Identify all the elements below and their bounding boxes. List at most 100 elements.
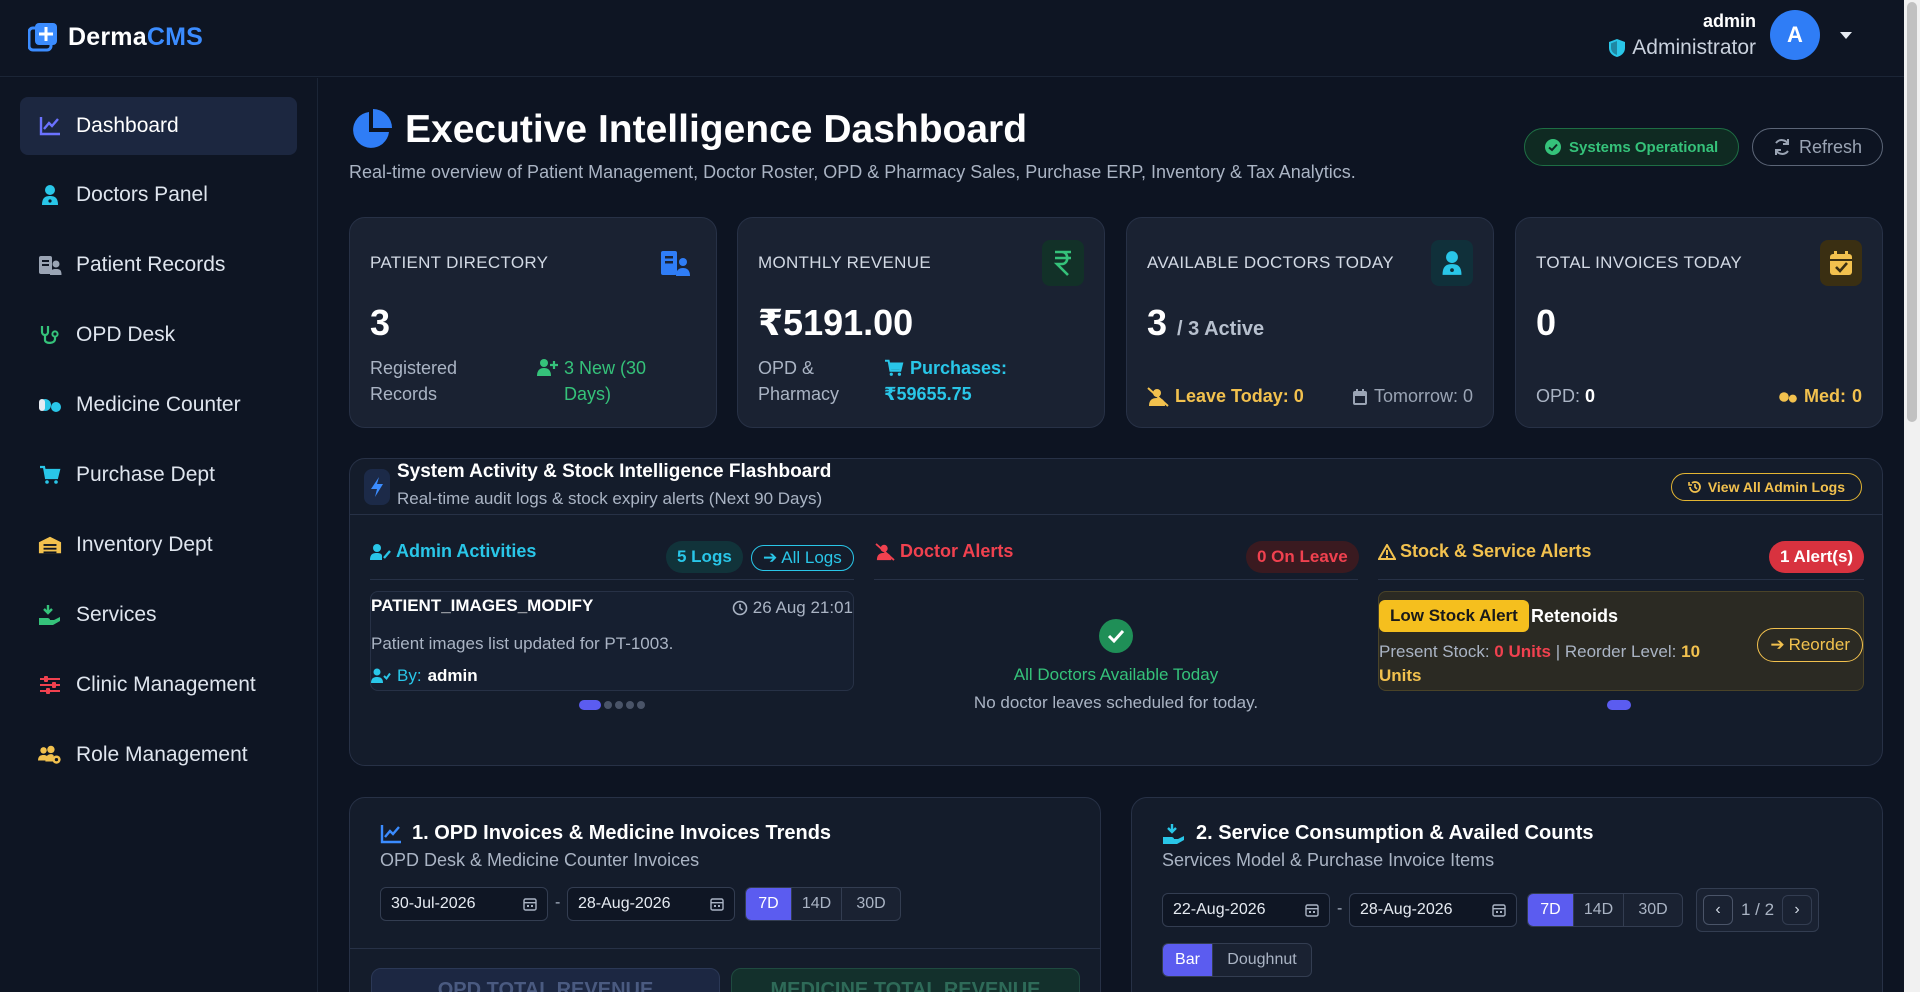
flashboard-subtitle: Real-time audit logs & stock expiry aler… [397,489,823,508]
range-30d-button[interactable]: 30D [842,888,900,920]
patient-directory-card[interactable]: PATIENT DIRECTORY 3 Registered Records 3… [349,217,717,428]
user-plus-icon [537,359,558,376]
sidebar-item-services[interactable]: Services [20,586,297,644]
sidebar-item-doctors-panel[interactable]: Doctors Panel [20,166,297,224]
range-14d-button[interactable]: 14D [792,888,842,920]
sidebar-item-patient-records[interactable]: Patient Records [20,236,297,294]
user-check-icon [371,668,391,683]
brand-logo[interactable]: DermaCMS [28,22,203,52]
sidebar-item-role-management[interactable]: Role Management [20,726,297,784]
check-circle-icon [1545,139,1561,155]
bolt-icon [364,469,390,505]
chart-type-toggle: Bar Doughnut [1162,943,1312,977]
log-description: Patient images list updated for PT-1003. [371,634,674,653]
sidebar-item-inventory-dept[interactable]: Inventory Dept [20,516,297,574]
next-page-button[interactable]: › [1782,895,1813,925]
log-action: PATIENT_IMAGES_MODIFY [371,596,594,615]
flashboard-title: System Activity & Stock Intelligence Fla… [397,461,832,482]
calendar-check-icon [1820,240,1862,286]
pills-icon [1779,391,1797,403]
pie-chart-icon [353,109,392,148]
chevron-down-icon[interactable] [1840,31,1852,39]
total-invoices-card[interactable]: TOTAL INVOICES TODAY 0 OPD: 0 Med: 0 [1515,217,1883,428]
doctor-alerts-heading: Doctor Alerts [874,541,1013,562]
chart-type-doughnut-button[interactable]: Doughnut [1213,944,1311,976]
carousel-dot[interactable] [637,701,645,709]
no-leaves-text: No doctor leaves scheduled for today. [973,693,1259,712]
sidebar-item-clinic-management[interactable]: Clinic Management [20,656,297,714]
admin-logs-count: 5 Logs [666,541,743,573]
page-indicator: 1 / 2 [1741,900,1775,919]
stock-carousel-dot-active[interactable] [1607,700,1631,710]
reorder-button[interactable]: ➔ Reorder [1757,628,1863,662]
calendar-icon [523,898,537,911]
sidebar-item-opd-desk[interactable]: OPD Desk [20,306,297,364]
date-from-input[interactable]: 22-Aug-2026 [1162,893,1330,927]
avatar[interactable]: A [1770,10,1820,60]
log-author: By: admin [371,666,478,686]
sidebar: Dashboard Doctors Panel Patient Records … [0,78,318,992]
date-to-input[interactable]: 28-Aug-2026 [567,887,735,921]
carousel-dot[interactable] [604,701,612,709]
user-role: Administrator [1608,36,1756,60]
top-bar: DermaCMS admin Administrator A [0,0,1904,77]
sidebar-item-medicine-counter[interactable]: Medicine Counter [20,376,297,434]
carousel-dot[interactable] [626,701,634,709]
all-logs-button[interactable]: ➔ All Logs [751,545,854,571]
monthly-revenue-card[interactable]: MONTHLY REVENUE ₹5191.00 OPD & Pharmacy … [737,217,1105,428]
refresh-icon [1774,139,1789,155]
date-from-input[interactable]: 30-Jul-2026 [380,887,548,921]
calendar-icon [710,898,724,911]
page-subtitle: Real-time overview of Patient Management… [349,162,1356,182]
range-toggle: 7D 14D 30D [1527,893,1683,927]
brand-name: DermaCMS [68,22,203,51]
date-to-input[interactable]: 28-Aug-2026 [1349,893,1517,927]
chart-line-icon [380,824,401,843]
page-scrollbar[interactable] [1904,0,1920,992]
status-badge: Systems Operational [1524,128,1740,166]
rupee-icon [1042,240,1084,286]
range-7d-button[interactable]: 7D [1528,894,1574,926]
scrollbar-thumb[interactable] [1907,2,1917,422]
sidebar-item-purchase-dept[interactable]: Purchase Dept [20,446,297,504]
stethoscope-icon [38,323,62,347]
user-menu[interactable]: admin Administrator A [1608,10,1852,60]
arrow-right-icon: ➔ [1770,635,1785,654]
patient-card-icon [654,240,696,286]
user-slash-icon [875,542,895,561]
chart-pager: ‹ 1 / 2 › [1696,888,1820,932]
hand-holding-icon [38,603,62,627]
chart-type-bar-button[interactable]: Bar [1163,944,1213,976]
range-toggle: 7D 14D 30D [745,887,901,921]
range-7d-button[interactable]: 7D [746,888,792,920]
users-cog-icon [38,743,62,767]
prev-page-button[interactable]: ‹ [1703,895,1733,925]
available-doctors-card[interactable]: AVAILABLE DOCTORS TODAY 3 / 3 Active Lea… [1126,217,1494,428]
view-all-admin-logs-button[interactable]: View All Admin Logs [1670,473,1862,501]
carousel-dot[interactable] [615,701,623,709]
doctor-icon [38,183,62,207]
clock-icon [732,600,748,616]
stock-alert-item[interactable]: Low Stock Alert Retenoids Present Stock:… [1378,591,1864,691]
carousel-dot-active[interactable] [579,700,601,710]
warning-icon [1378,543,1396,560]
sidebar-item-dashboard[interactable]: Dashboard [20,97,297,155]
user-name: admin [1702,10,1756,31]
opd-pharmacy-label: OPD & Pharmacy [758,358,840,404]
log-carousel-dots[interactable] [579,700,645,710]
panel-title: 1. OPD Invoices & Medicine Invoices Tren… [380,822,831,845]
range-14d-button[interactable]: 14D [1574,894,1624,926]
refresh-button[interactable]: Refresh [1752,128,1883,166]
leave-today-stat: Leave Today: 0 [1147,386,1304,407]
range-30d-button[interactable]: 30D [1624,894,1682,926]
admin-activities-heading: Admin Activities [370,541,536,562]
log-entry[interactable]: PATIENT_IMAGES_MODIFY 26 Aug 21:01 Patie… [370,591,854,691]
pills-icon [38,393,62,417]
cart-icon [38,463,62,487]
shield-icon [1609,38,1626,57]
opd-total-revenue-card: OPD TOTAL REVENUE [371,968,720,992]
user-pen-icon [370,543,391,560]
stock-item-name: Retenoids [1531,606,1619,626]
opd-invoices-stat: OPD: 0 [1536,386,1596,406]
medicine-total-revenue-card: MEDICINE TOTAL REVENUE [731,968,1080,992]
